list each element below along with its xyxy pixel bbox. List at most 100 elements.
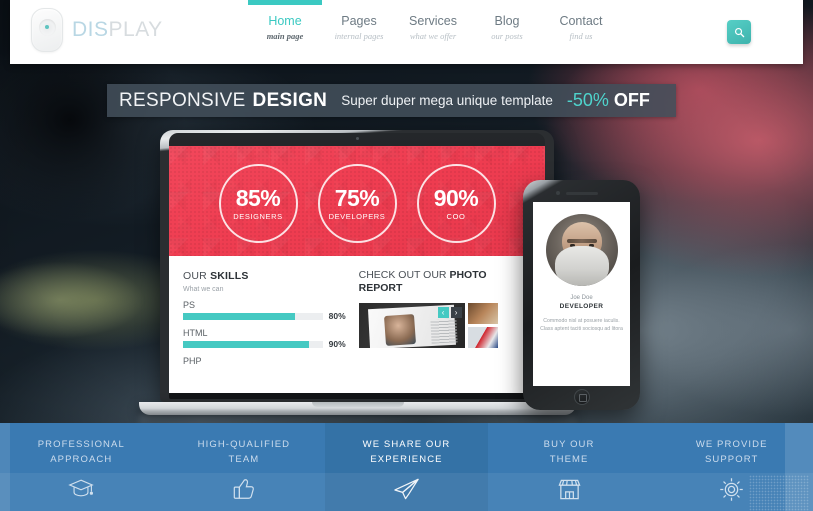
nav-label: Home (268, 14, 302, 28)
nav-label: Blog (494, 14, 520, 28)
graduation-cap-icon (68, 477, 95, 499)
skill-item-php: PHP (183, 355, 351, 367)
ribbon-word-responsive: RESPONSIVE (119, 89, 246, 111)
stat-label: DESIGNERS (233, 211, 283, 221)
oval-logo-icon (31, 8, 63, 52)
photo-report-section: CHECK OUT OUR PHOTO REPORT ‹ › (358, 269, 531, 393)
nav-sublabel: what we offer (409, 31, 457, 41)
gallery-thumbnails (467, 303, 498, 348)
gallery-nav: ‹ › (437, 307, 462, 318)
chevron-left-icon[interactable]: ‹ (437, 307, 449, 318)
active-nav-indicator (248, 0, 322, 5)
search-icon (734, 27, 745, 38)
skill-bar-fill (183, 340, 309, 348)
nav-item-pages[interactable]: Pages internal pages (322, 10, 396, 43)
phone-camera-icon (555, 191, 560, 195)
phone-screen: Joe Doe DEVELOPER Commodo nisl at posuer… (533, 202, 630, 386)
ribbon-word-design: DESIGN (252, 89, 328, 111)
skill-name: PHP (183, 356, 202, 366)
laptop-base (139, 402, 576, 415)
photo-heading-bold2: REPORT (358, 282, 403, 294)
paper-plane-icon (393, 477, 420, 501)
store-icon (557, 477, 582, 501)
feature-line1: WE PROVIDE (695, 439, 768, 450)
gallery-thumb[interactable] (467, 327, 498, 348)
skill-bar-fill (183, 312, 295, 320)
feature-we-provide-support[interactable]: WE PROVIDE SUPPORT (650, 423, 813, 511)
feature-line2: SUPPORT (704, 454, 759, 465)
team-member-role: DEVELOPER (559, 303, 604, 310)
skill-name: HTML (183, 328, 208, 338)
skill-name: PS (183, 300, 196, 310)
gear-icon (719, 477, 744, 502)
site-header: DISPLAY Home main page Pages internal pa… (10, 0, 803, 64)
skill-bar-track (183, 312, 323, 320)
feature-professional-approach[interactable]: PROFESSIONAL APPROACH (0, 423, 163, 511)
feature-we-share-our-experience[interactable]: WE SHARE OUR EXPERIENCE (325, 423, 488, 511)
nav-label: Services (409, 14, 457, 28)
search-button[interactable] (727, 20, 751, 44)
ribbon-discount: -50% (566, 90, 609, 110)
avatar (545, 214, 618, 286)
feature-high-qualified-team[interactable]: HIGH-QUALIFIED TEAM (162, 423, 326, 511)
stats-circle-group: 85% DESIGNERS 75% DEVELOPERS 90% COO (169, 146, 545, 256)
ribbon-off-label: OFF (613, 90, 650, 110)
feature-dot-texture (748, 475, 809, 511)
stat-label: COO (446, 211, 466, 221)
logo-text: DISPLAY (72, 18, 163, 42)
feature-line2: EXPERIENCE (370, 454, 443, 465)
logo-text-part1: DIS (72, 18, 109, 41)
hero-stats-panel: 85% DESIGNERS 75% DEVELOPERS 90% COO (169, 146, 545, 256)
photo-heading-light: CHECK OUT OUR (358, 269, 450, 281)
stat-circle-developers: 75% DEVELOPERS (317, 163, 397, 243)
stat-circle-designers: 85% DESIGNERS (218, 163, 298, 243)
chevron-right-icon[interactable]: › (450, 307, 462, 318)
thumbs-up-icon (232, 477, 256, 501)
skill-bar-track (183, 340, 323, 348)
phone-speaker (565, 192, 598, 195)
feature-line1: PROFESSIONAL (37, 439, 125, 450)
skill-percent: 80% (328, 311, 346, 321)
laptop-lid: 85% DESIGNERS 75% DEVELOPERS 90% COO OUR… (160, 130, 554, 402)
gallery-thumb[interactable] (467, 303, 498, 324)
nav-label: Pages (341, 14, 377, 28)
site-logo[interactable]: DISPLAY (31, 8, 163, 52)
feature-buy-our-theme[interactable]: BUY OUR THEME (487, 423, 651, 511)
skill-percent: 90% (328, 339, 346, 349)
main-navigation: Home main page Pages internal pages Serv… (248, 10, 618, 43)
ribbon-tagline: Super duper mega unique template (341, 93, 553, 108)
skills-heading-light: OUR (183, 270, 211, 282)
promo-ribbon: RESPONSIVE DESIGN Super duper mega uniqu… (107, 84, 676, 117)
stat-label: DEVELOPERS (328, 211, 386, 221)
laptop-content-lower: OUR SKILLS What we can PS 80% HTML 90% P… (169, 256, 545, 393)
feature-edge-strip (0, 423, 10, 511)
nav-sublabel: our posts (491, 31, 523, 41)
stat-value: 90% (433, 184, 479, 211)
team-member-name: Joe Doe (570, 295, 593, 301)
team-member-description: Commodo nisl at posuere iaculis. Class a… (540, 318, 623, 332)
stat-circle-coo: 90% COO (416, 163, 496, 243)
feature-line2: THEME (549, 454, 589, 465)
skill-item-html: HTML 90% (183, 327, 351, 349)
feature-line2: TEAM (228, 454, 260, 465)
nav-sublabel: internal pages (334, 31, 384, 41)
feature-line1: WE SHARE OUR (362, 439, 451, 450)
photo-heading-bold: PHOTO (449, 269, 487, 281)
feature-line1: HIGH-QUALIFIED (197, 439, 291, 450)
logo-text-part2: PLAY (108, 18, 163, 41)
skill-item-ps: PS 80% (183, 299, 351, 321)
photo-report-heading: CHECK OUT OUR PHOTO REPORT (359, 269, 531, 295)
nav-item-services[interactable]: Services what we offer (396, 10, 470, 43)
phone-home-button[interactable] (573, 389, 590, 405)
skills-heading: OUR SKILLS (183, 269, 351, 283)
gallery-main-image[interactable]: ‹ › (358, 303, 465, 348)
nav-item-contact[interactable]: Contact find us (544, 10, 618, 43)
nav-item-home[interactable]: Home main page (248, 10, 322, 43)
photo-gallery: ‹ › (358, 303, 531, 348)
feature-line1: BUY OUR (543, 439, 595, 450)
nav-label: Contact (559, 14, 603, 28)
nav-sublabel: find us (569, 31, 593, 41)
laptop-screen: 85% DESIGNERS 75% DEVELOPERS 90% COO OUR… (169, 146, 545, 393)
nav-sublabel: main page (266, 31, 304, 41)
nav-item-blog[interactable]: Blog our posts (470, 10, 544, 43)
